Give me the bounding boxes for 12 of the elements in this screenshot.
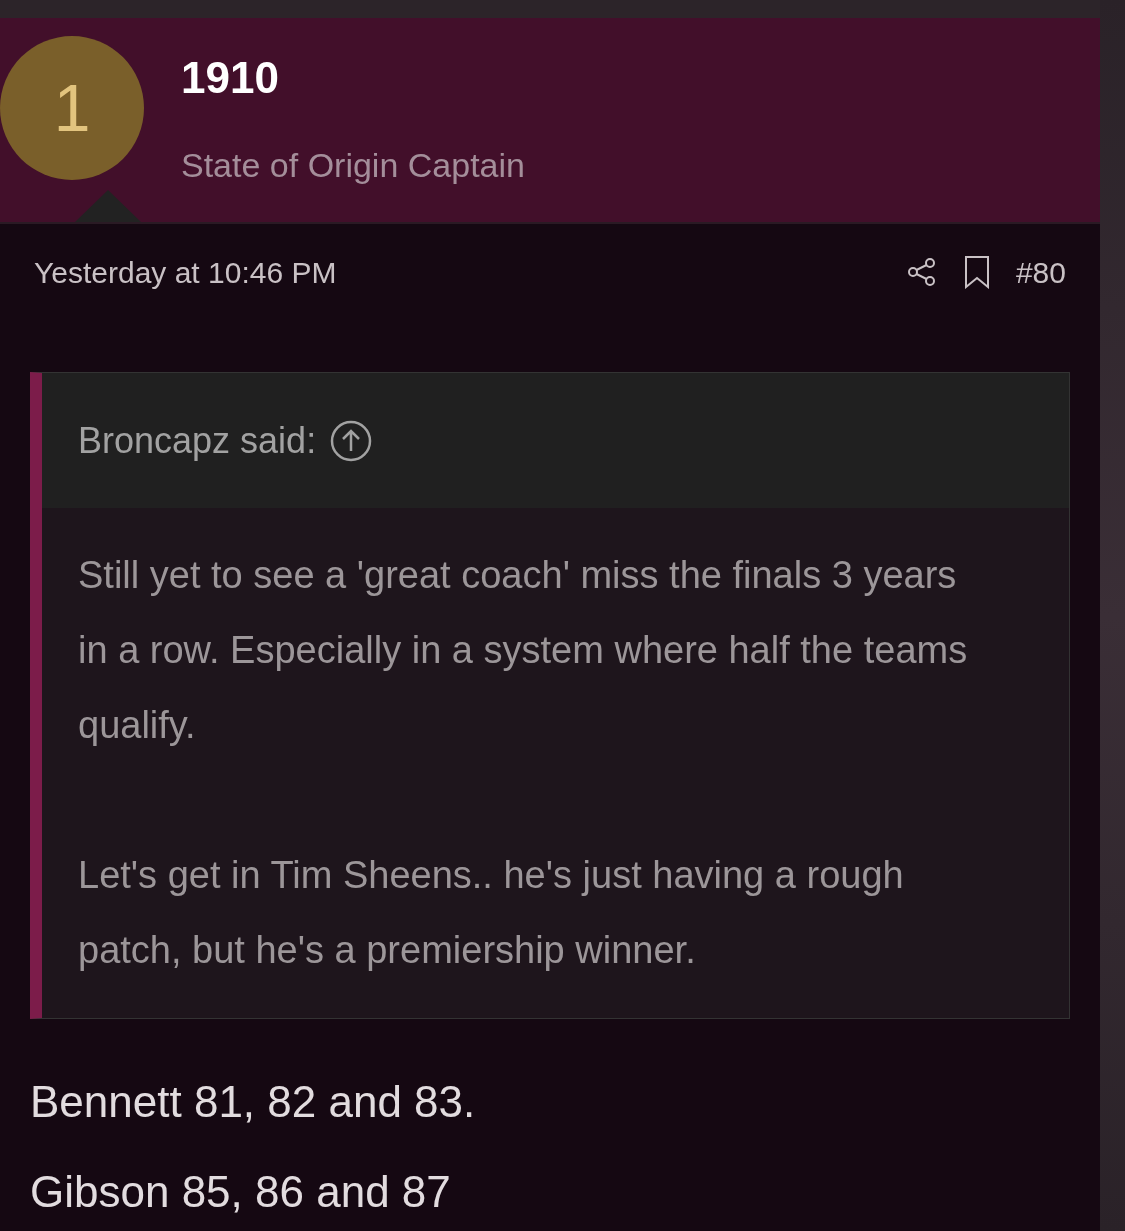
username[interactable]: 1910 <box>181 54 525 103</box>
post-number[interactable]: #80 <box>1015 249 1066 295</box>
quote-attribution[interactable]: Broncapz said: <box>78 413 317 468</box>
post-text: Bennett 81, 82 and 83. <box>30 1076 477 1128</box>
quote-paragraph: Still yet to see a 'great coach' miss the finals 3 years in a row. Especially in a system where half the teams qualify. <box>78 553 969 748</box>
post-time[interactable]: Yesterday at 10:46 PM <box>30 249 337 295</box>
user-title: State of Origin Captain <box>181 145 525 187</box>
quote-paragraph: Let's get in Tim Sheens.. he's just having a rough patch, but he's a premiership winner. <box>78 853 905 973</box>
avatar[interactable]: 1 <box>0 36 144 180</box>
arrow-up-icon[interactable] <box>330 419 373 462</box>
post-text: Gibson 85, 86 and 87 <box>30 1166 452 1218</box>
share-icon[interactable] <box>905 256 938 288</box>
